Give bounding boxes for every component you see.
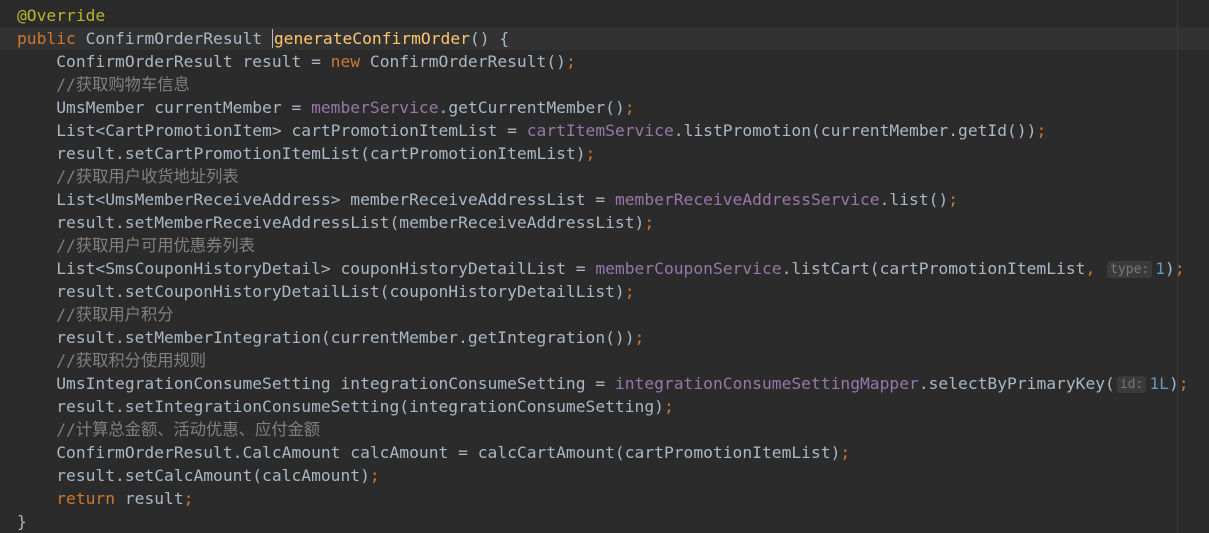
- code-token: UmsMember currentMember =: [17, 98, 312, 117]
- code-token: ;: [565, 52, 576, 71]
- code-token: 1: [1155, 259, 1166, 278]
- code-token: ConfirmOrderResult: [75, 29, 272, 48]
- code-token: generateConfirmOrder: [273, 29, 470, 48]
- code-line[interactable]: List<CartPromotionItem> cartPromotionIte…: [17, 119, 1189, 142]
- code-editor[interactable]: @Override public ConfirmOrderResult gener…: [0, 0, 1209, 533]
- code-comment: //获取用户积分: [17, 305, 174, 324]
- code-token: result.setIntegrationConsumeSetting(inte…: [17, 397, 664, 416]
- text-caret: [271, 29, 273, 48]
- code-comment: //计算总金额、活动优惠、应付金额: [17, 420, 321, 439]
- parameter-hint: type:: [1107, 261, 1153, 278]
- code-token: ;: [624, 98, 635, 117]
- code-token: result.setCalcAmount(calcAmount): [17, 466, 370, 485]
- code-line[interactable]: ConfirmOrderResult result = new ConfirmO…: [17, 50, 1189, 73]
- code-token: .list(): [879, 190, 949, 209]
- code-line[interactable]: return result;: [17, 487, 1189, 510]
- code-token: ;: [840, 443, 851, 462]
- code-line[interactable]: UmsMember currentMember = memberService.…: [17, 96, 1189, 119]
- code-token: ;: [663, 397, 674, 416]
- code-token: }: [17, 512, 27, 531]
- code-token: ): [1165, 259, 1175, 278]
- code-token: ConfirmOrderResult(): [360, 52, 566, 71]
- code-token: .selectByPrimaryKey(: [918, 374, 1115, 393]
- code-token: .getCurrentMember(): [438, 98, 625, 117]
- code-line[interactable]: UmsIntegrationConsumeSetting integration…: [17, 372, 1189, 395]
- code-line[interactable]: result.setMemberReceiveAddressList(membe…: [17, 211, 1189, 234]
- code-token: return: [56, 489, 116, 508]
- code-line[interactable]: result.setCalcAmount(calcAmount);: [17, 464, 1189, 487]
- code-token: List<UmsMemberReceiveAddress> memberRece…: [17, 190, 615, 209]
- code-line[interactable]: //获取用户可用优惠券列表: [17, 234, 1189, 257]
- code-line[interactable]: result.setMemberIntegration(currentMembe…: [17, 326, 1189, 349]
- code-comment: //获取用户收货地址列表: [17, 167, 239, 186]
- code-line[interactable]: public ConfirmOrderResult generateConfir…: [17, 27, 1189, 50]
- code-line[interactable]: List<SmsCouponHistoryDetail> couponHisto…: [17, 257, 1189, 280]
- code-token: .listCart(cartPromotionItemList: [781, 259, 1086, 278]
- code-token: ;: [634, 328, 645, 347]
- code-token: ,: [1085, 259, 1096, 278]
- code-token: memberService: [311, 98, 439, 117]
- code-token: memberCouponService: [595, 259, 782, 278]
- code-token: ConfirmOrderResult.CalcAmount calcAmount…: [17, 443, 841, 462]
- code-token: ;: [369, 466, 380, 485]
- code-comment: //获取用户可用优惠券列表: [17, 236, 255, 255]
- code-token: List<SmsCouponHistoryDetail> couponHisto…: [17, 259, 596, 278]
- code-token: result: [115, 489, 184, 508]
- code-line[interactable]: result.setCartPromotionItemList(cartProm…: [17, 142, 1189, 165]
- code-token: cartItemService: [526, 121, 674, 140]
- code-token: ): [1168, 374, 1179, 393]
- code-token: result.setCartPromotionItemList(cartProm…: [17, 144, 586, 163]
- code-line[interactable]: //获取用户收货地址列表: [17, 165, 1189, 188]
- code-token: result.setCouponHistoryDetailList(coupon…: [17, 282, 625, 301]
- code-token: public: [17, 29, 76, 48]
- code-token: ;: [183, 489, 194, 508]
- code-token: ;: [1174, 259, 1185, 278]
- code-token: memberReceiveAddressService: [614, 190, 880, 209]
- code-token: ;: [1178, 374, 1189, 393]
- code-comment: //获取购物车信息: [17, 75, 190, 94]
- code-line[interactable]: List<UmsMemberReceiveAddress> memberRece…: [17, 188, 1189, 211]
- code-line[interactable]: @Override: [17, 4, 1189, 27]
- code-line[interactable]: result.setCouponHistoryDetailList(coupon…: [17, 280, 1189, 303]
- code-token: result.setMemberReceiveAddressList(membe…: [17, 213, 645, 232]
- code-token: ;: [948, 190, 959, 209]
- code-token: 1L: [1149, 374, 1169, 393]
- code-token: result.setMemberIntegration(currentMembe…: [17, 328, 635, 347]
- code-token: .listPromotion(currentMember.getId()): [673, 121, 1037, 140]
- code-token: () {: [469, 29, 510, 48]
- parameter-hint: id:: [1116, 376, 1147, 393]
- code-line[interactable]: ConfirmOrderResult.CalcAmount calcAmount…: [17, 441, 1189, 464]
- code-line[interactable]: }: [17, 510, 1189, 533]
- code-area[interactable]: @Override public ConfirmOrderResult gener…: [17, 4, 1189, 533]
- code-token: ;: [624, 282, 635, 301]
- code-token: ;: [644, 213, 655, 232]
- code-line[interactable]: //获取用户积分: [17, 303, 1189, 326]
- code-token: List<CartPromotionItem> cartPromotionIte…: [17, 121, 527, 140]
- code-token: @Override: [17, 6, 106, 25]
- code-line[interactable]: //获取购物车信息: [17, 73, 1189, 96]
- code-comment: //获取积分使用规则: [17, 351, 207, 370]
- code-token: ;: [585, 144, 596, 163]
- code-token: ;: [1036, 121, 1047, 140]
- code-line[interactable]: //计算总金额、活动优惠、应付金额: [17, 418, 1189, 441]
- code-token: integrationConsumeSettingMapper: [614, 374, 919, 393]
- code-token: ConfirmOrderResult result =: [17, 52, 331, 71]
- code-token: new: [330, 52, 361, 71]
- code-token: UmsIntegrationConsumeSetting integration…: [17, 374, 615, 393]
- code-line[interactable]: //获取积分使用规则: [17, 349, 1189, 372]
- code-line[interactable]: result.setIntegrationConsumeSetting(inte…: [17, 395, 1189, 418]
